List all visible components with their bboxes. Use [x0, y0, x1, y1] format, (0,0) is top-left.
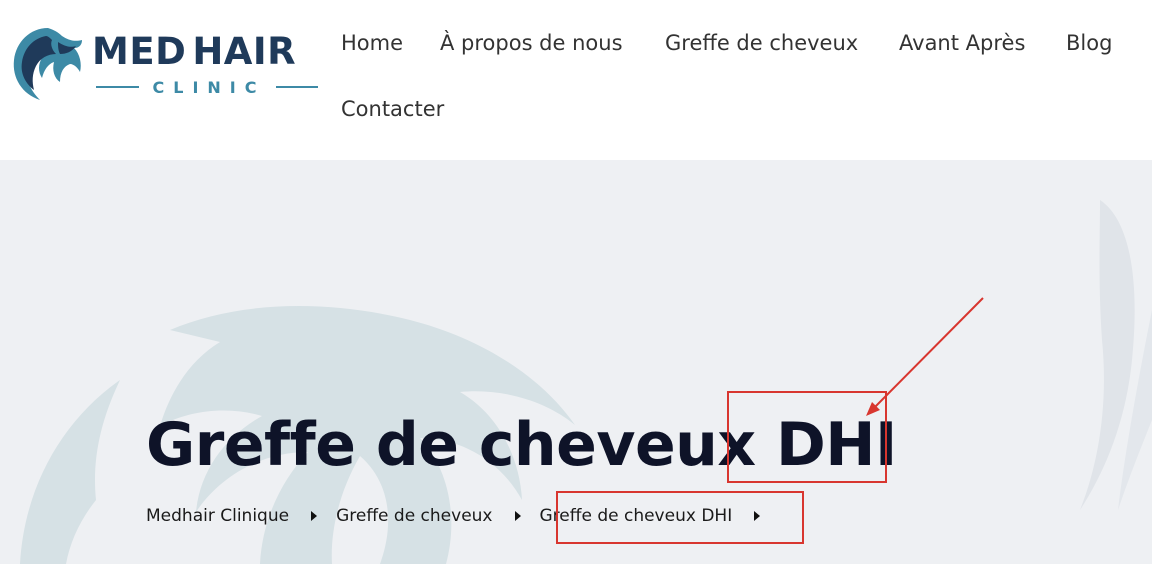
logo-wordmark-hair: HAIR: [192, 30, 297, 73]
site-header: MED HAIR CLINIC Home À propos de nous Gre…: [0, 0, 1152, 160]
breadcrumb: Medhair Clinique Greffe de cheveux Greff…: [146, 502, 779, 530]
logo-tagline-text: CLINIC: [152, 77, 266, 97]
nav-item-hair-transplant[interactable]: Greffe de cheveux: [665, 26, 858, 60]
breadcrumb-item-current: Greffe de cheveux DHI: [539, 506, 733, 526]
nav-item-blog[interactable]: Blog: [1066, 26, 1112, 60]
page-hero: Greffe de cheveux DHI Medhair Clinique G…: [0, 160, 1152, 564]
nav-item-before-after[interactable]: Avant Après: [899, 26, 1025, 60]
breadcrumb-item-category[interactable]: Greffe de cheveux: [336, 506, 492, 526]
logo-wordmark: MED HAIR: [92, 32, 296, 72]
page: MED HAIR CLINIC Home À propos de nous Gre…: [0, 0, 1152, 564]
logo-tagline-line-right: [275, 86, 319, 88]
logo-wordmark-med: MED: [92, 30, 187, 73]
horse-logo-icon: [13, 28, 82, 100]
breadcrumb-separator-icon: [311, 511, 318, 521]
nav-item-about[interactable]: À propos de nous: [440, 26, 623, 60]
site-logo[interactable]: MED HAIR CLINIC: [8, 24, 320, 104]
logo-tagline: CLINIC: [96, 76, 319, 98]
breadcrumb-separator-icon: [514, 511, 521, 521]
breadcrumb-separator-icon: [754, 511, 761, 521]
page-title-main: Greffe de cheveux: [146, 410, 756, 480]
logo-tagline-line-left: [96, 86, 139, 88]
nav-item-home[interactable]: Home: [341, 26, 403, 60]
breadcrumb-item-home[interactable]: Medhair Clinique: [146, 506, 289, 526]
nav-item-contact[interactable]: Contacter: [341, 92, 444, 126]
page-title: Greffe de cheveux DHI: [146, 410, 897, 480]
page-title-highlight: DHI: [775, 410, 897, 480]
